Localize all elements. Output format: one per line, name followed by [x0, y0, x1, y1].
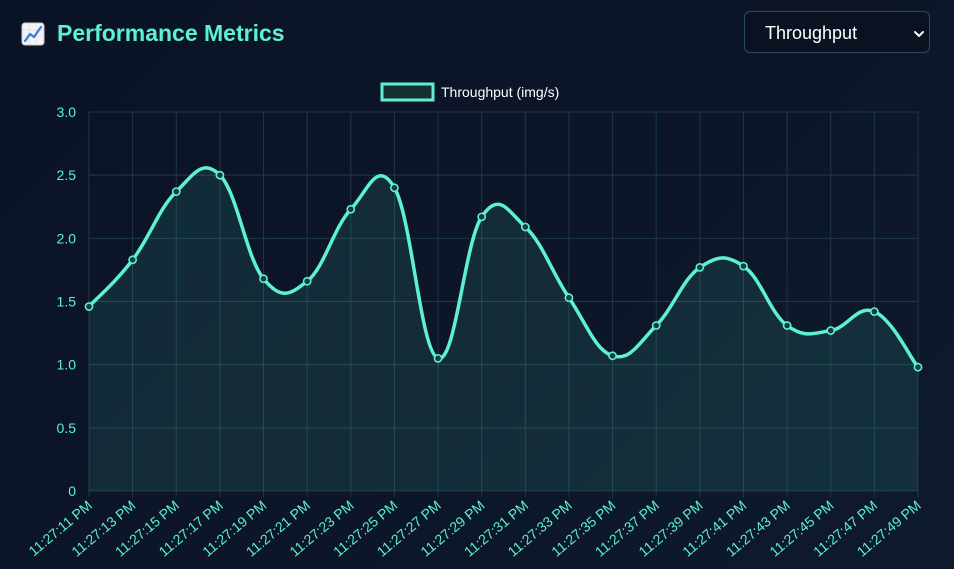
data-point — [433, 353, 443, 363]
data-point — [651, 321, 661, 330]
y-tick-label: 2.5 — [57, 167, 77, 183]
data-point — [346, 204, 356, 214]
data-point — [782, 321, 792, 330]
y-tick-label: 1.0 — [57, 357, 77, 373]
data-point — [171, 187, 181, 196]
data-point — [608, 351, 617, 361]
y-tick-label: 1.5 — [57, 294, 77, 310]
data-point — [390, 183, 399, 193]
legend-label: Throughput (img/s) — [441, 84, 559, 100]
data-point — [913, 362, 923, 372]
data-point — [869, 307, 879, 317]
data-point — [477, 212, 487, 222]
y-tick-label: 0 — [68, 483, 76, 499]
data-point — [302, 276, 312, 286]
y-tick-label: 2.0 — [57, 230, 77, 246]
data-point — [84, 302, 94, 311]
data-point — [739, 261, 748, 271]
data-point — [128, 255, 138, 265]
y-tick-label: 3.0 — [57, 104, 77, 120]
data-point — [215, 170, 225, 180]
data-point — [564, 293, 574, 303]
data-point — [520, 222, 530, 232]
throughput-chart: 00.51.01.52.02.53.011:27:11 PM11:27:13 P… — [25, 82, 924, 560]
legend-swatch — [380, 82, 435, 102]
data-point — [695, 262, 705, 272]
y-tick-label: 0.5 — [57, 420, 77, 436]
data-point — [826, 326, 836, 335]
data-point — [259, 274, 268, 284]
